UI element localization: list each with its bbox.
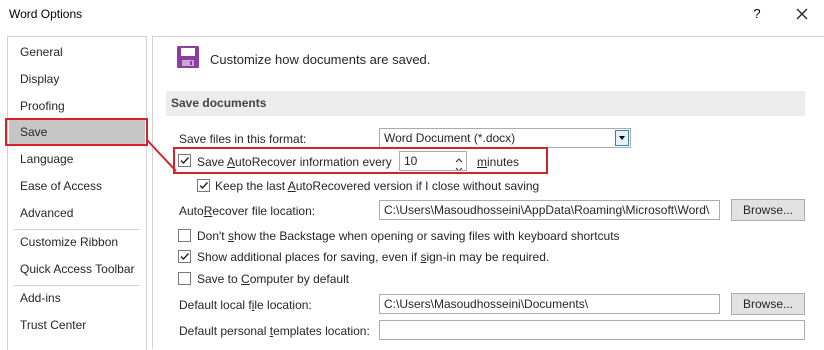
autorecover-highlight-box (173, 147, 548, 174)
highlight-connector-line (146, 139, 177, 172)
